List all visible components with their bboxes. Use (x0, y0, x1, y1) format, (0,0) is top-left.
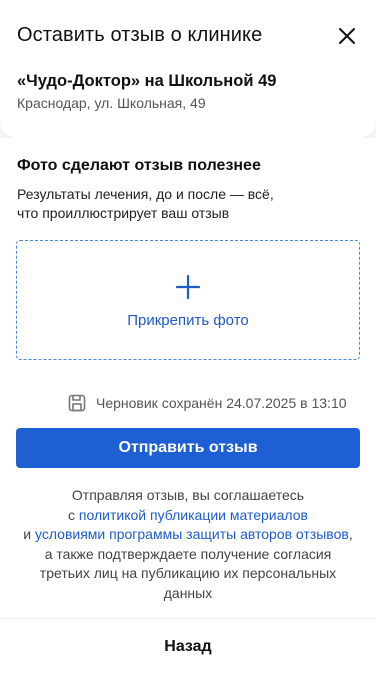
plus-icon (175, 274, 201, 300)
consent-line1: Отправляя отзыв, вы соглашаетесь (71, 487, 305, 503)
photo-description-line1: Результаты лечения, до и после — всё, (17, 186, 274, 202)
clinic-address: Краснодар, ул. Школьная, 49 (17, 95, 206, 111)
bottom-bar: Назад (0, 618, 376, 690)
photo-section-title: Фото сделают отзыв полезнее (17, 157, 261, 174)
author-protection-terms-link[interactable]: условиями программы защиты авторов отзыв… (35, 526, 349, 542)
draft-saved-text: Черновик сохранён 24.07.2025 в 13:10 (96, 395, 347, 411)
draft-status: Черновик сохранён 24.07.2025 в 13:10 (68, 392, 347, 414)
photo-section-description: Результаты лечения, до и после — всё, чт… (17, 185, 317, 223)
attach-photo-label: Прикрепить фото (127, 312, 249, 329)
consent-text: Отправляя отзыв, вы соглашаетесь с полит… (20, 486, 356, 603)
clinic-name: «Чудо-Доктор» на Школьной 49 (17, 72, 277, 90)
publication-policy-link[interactable]: политикой публикации материалов (79, 507, 308, 523)
back-button[interactable]: Назад (152, 638, 223, 656)
save-icon (68, 394, 86, 412)
submit-review-button[interactable]: Отправить отзыв (16, 428, 360, 468)
close-button[interactable] (336, 25, 358, 47)
photo-description-line2: что проиллюстрирует ваш отзыв (17, 205, 230, 221)
consent-prefix3: и (23, 526, 35, 542)
close-icon (339, 28, 355, 44)
page-title: Оставить отзыв о клинике (17, 24, 263, 46)
attach-photo-button[interactable]: Прикрепить фото (16, 240, 360, 360)
consent-prefix2: с (68, 506, 79, 523)
review-form: Фото сделают отзыв полезнее Результаты л… (0, 138, 376, 618)
clinic-header-card: Оставить отзыв о клинике «Чудо-Доктор» н… (0, 0, 376, 138)
